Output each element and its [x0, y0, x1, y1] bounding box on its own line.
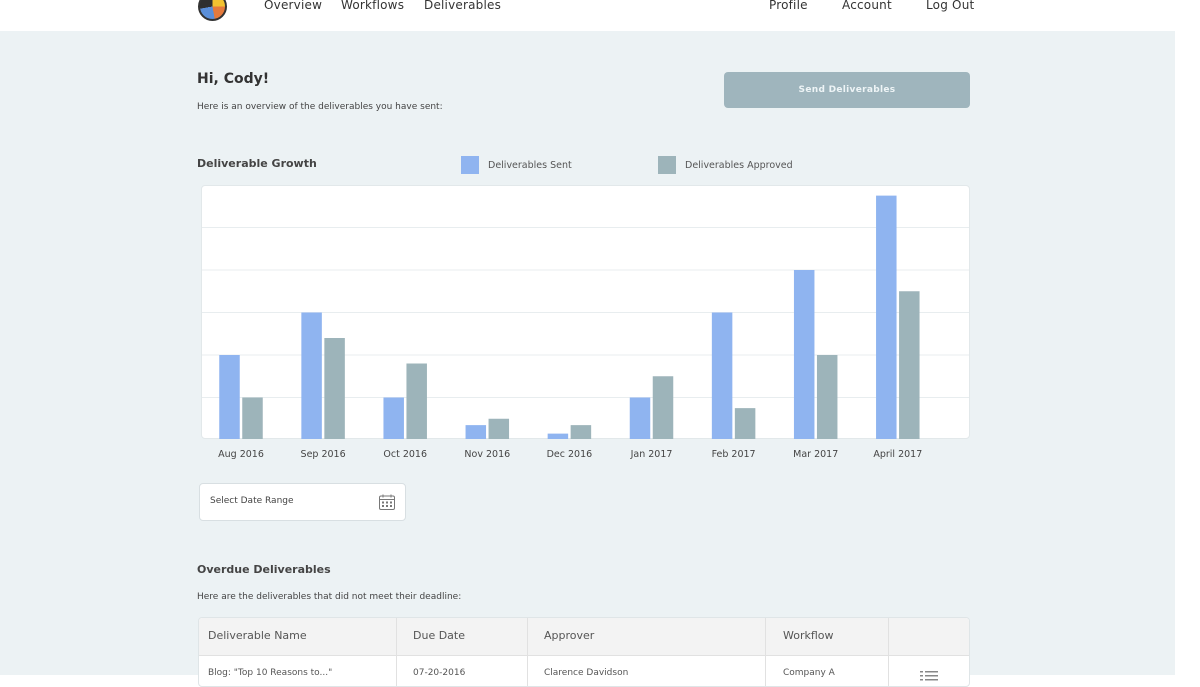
date-range-picker[interactable]: Select Date Range — [199, 483, 406, 521]
legend-swatch-approved — [658, 156, 676, 174]
calendar-icon[interactable] — [378, 493, 396, 511]
greeting-subtitle: Here is an overview of the deliverables … — [197, 102, 443, 112]
column-divider — [765, 618, 766, 686]
bar-sent-jan-2017[interactable] — [629, 397, 651, 440]
nav-overview[interactable]: Overview — [264, 0, 322, 12]
bar-sent-april-2017[interactable] — [876, 195, 897, 439]
bar-approved-mar-2017[interactable] — [816, 355, 838, 439]
x-tick-label: Jan 2017 — [630, 449, 673, 460]
legend-swatch-sent — [461, 156, 479, 174]
column-header-due-date[interactable]: Due Date — [413, 629, 465, 642]
bar-sent-nov-2016[interactable] — [465, 425, 487, 439]
rainbow-logo-icon[interactable] — [198, 0, 227, 21]
bar-approved-aug-2016[interactable] — [242, 397, 263, 440]
bar-approved-feb-2017[interactable] — [734, 408, 756, 439]
legend-deliverables-approved: Deliverables Approved — [658, 156, 793, 174]
column-header-approver[interactable]: Approver — [544, 629, 594, 642]
nav-workflows[interactable]: Workflows — [341, 0, 404, 12]
column-divider — [888, 618, 889, 686]
x-tick-label: Sep 2016 — [300, 449, 346, 460]
date-range-placeholder: Select Date Range — [210, 496, 294, 506]
chart-x-axis-labels: Aug 2016 Sep 2016 Oct 2016 Nov 2016 Dec 2016… — [201, 449, 970, 463]
overdue-deliverables-subtitle: Here are the deliverables that did not m… — [197, 592, 462, 602]
column-divider — [527, 618, 528, 686]
deliverable-growth-title: Deliverable Growth — [197, 157, 317, 170]
cell-deliverable-name[interactable]: Blog: "Top 10 Reasons to..." — [208, 668, 332, 678]
column-header-workflow[interactable]: Workflow — [783, 629, 834, 642]
x-tick-label: Nov 2016 — [464, 449, 511, 460]
bar-sent-aug-2016[interactable] — [219, 355, 240, 439]
deliverable-growth-chart — [202, 195, 969, 440]
nav-log-out[interactable]: Log Out — [926, 0, 974, 12]
window-edge — [1175, 0, 1200, 675]
x-tick-label: Dec 2016 — [546, 449, 593, 460]
overdue-deliverables-table: Deliverable Name Due Date Approver Workf… — [198, 617, 970, 687]
bar-sent-sep-2016[interactable] — [301, 312, 322, 440]
send-deliverables-button[interactable]: Send Deliverables — [724, 72, 970, 108]
top-navigation-bar: Overview Workflows Deliverables Profile … — [0, 0, 1175, 31]
bar-approved-nov-2016[interactable] — [488, 418, 510, 439]
bar-approved-jan-2017[interactable] — [652, 376, 674, 439]
bar-approved-dec-2016[interactable] — [570, 425, 592, 439]
cell-workflow: Company A — [783, 668, 835, 678]
legend-deliverables-sent: Deliverables Sent — [461, 156, 572, 174]
legend-label-sent: Deliverables Sent — [488, 159, 572, 171]
greeting-heading: Hi, Cody! — [197, 71, 270, 87]
list-menu-icon[interactable] — [920, 670, 938, 682]
nav-profile[interactable]: Profile — [769, 0, 808, 12]
cell-approver: Clarence Davidson — [544, 668, 629, 678]
column-header-deliverable-name[interactable]: Deliverable Name — [208, 629, 307, 642]
bar-sent-feb-2017[interactable] — [711, 312, 733, 440]
table-header-row: Deliverable Name Due Date Approver Workf… — [199, 618, 969, 656]
x-tick-label: Aug 2016 — [218, 449, 264, 460]
x-tick-label: Oct 2016 — [383, 449, 427, 460]
x-tick-label: April 2017 — [873, 449, 923, 460]
bar-approved-oct-2016[interactable] — [406, 363, 427, 440]
x-tick-label: Mar 2017 — [793, 449, 839, 460]
bar-sent-oct-2016[interactable] — [383, 397, 404, 440]
x-tick-label: Feb 2017 — [711, 449, 756, 460]
bar-sent-mar-2017[interactable] — [793, 270, 815, 439]
column-divider — [396, 618, 397, 686]
cell-due-date: 07-20-2016 — [413, 668, 466, 678]
nav-account[interactable]: Account — [842, 0, 892, 12]
bar-approved-sep-2016[interactable] — [324, 338, 345, 439]
bar-sent-dec-2016[interactable] — [547, 433, 569, 439]
bar-approved-april-2017[interactable] — [899, 291, 920, 439]
overdue-deliverables-title: Overdue Deliverables — [197, 563, 331, 576]
legend-label-approved: Deliverables Approved — [685, 159, 793, 171]
nav-deliverables[interactable]: Deliverables — [424, 0, 501, 12]
